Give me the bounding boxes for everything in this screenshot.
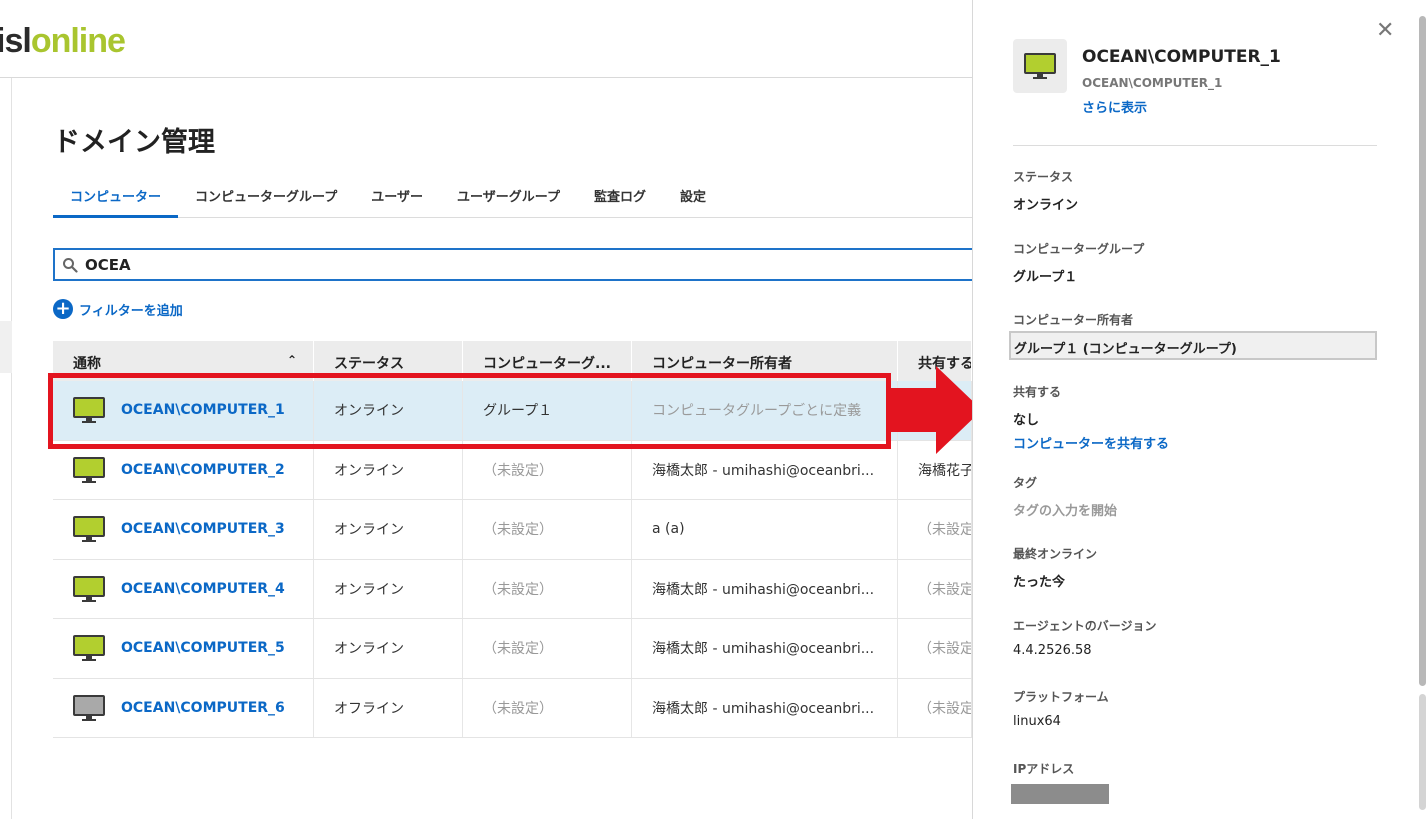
owner-cell: a (a): [632, 500, 898, 559]
group-label: コンピューターグループ: [1013, 242, 1145, 256]
monitor-icon: [1024, 53, 1056, 79]
group-cell: グループ１: [463, 381, 632, 440]
monitor-icon: [73, 516, 105, 543]
computer-detail-panel: ✕ OCEAN\COMPUTER_1 OCEAN\COMPUTER_1 さらに表…: [972, 0, 1428, 819]
panel-subtitle: OCEAN\COMPUTER_1: [1082, 76, 1223, 90]
status-cell: オンライン: [314, 559, 463, 618]
close-icon[interactable]: ✕: [1376, 18, 1394, 43]
panel-title: OCEAN\COMPUTER_1: [1082, 47, 1281, 67]
tag-label: タグ: [1013, 476, 1038, 490]
add-filter-label: フィルターを追加: [79, 303, 183, 319]
computer-name-link[interactable]: OCEAN\COMPUTER_5: [121, 640, 285, 656]
panel-scrollbar[interactable]: [1419, 16, 1426, 686]
status-cell: オンライン: [314, 440, 463, 499]
table-row[interactable]: OCEAN\COMPUTER_4 オンライン （未設定） 海橋太郎 - umih…: [53, 559, 972, 619]
column-header-shared[interactable]: 共有する: [898, 341, 972, 381]
table-row[interactable]: OCEAN\COMPUTER_5 オンライン （未設定） 海橋太郎 - umih…: [53, 619, 972, 679]
tab-user-groups[interactable]: ユーザーグループ: [440, 178, 577, 218]
platform-value: linux64: [1013, 714, 1061, 729]
group-value[interactable]: グループ１: [1013, 266, 1077, 285]
shared-cell: [898, 381, 972, 440]
share-value: なし: [1013, 413, 1040, 428]
last-online-label: 最終オンライン: [1013, 547, 1098, 561]
show-more-link[interactable]: さらに表示: [1082, 97, 1147, 116]
monitor-offline-icon: [73, 694, 105, 721]
owner-label: コンピューター所有者: [1013, 313, 1134, 327]
owner-cell: 海橋太郎 - umihashi@oceanbri...: [632, 440, 898, 499]
tab-users[interactable]: ユーザー: [354, 178, 440, 218]
group-cell: （未設定）: [463, 678, 632, 737]
left-rail-handle[interactable]: [0, 321, 12, 373]
left-rail: [0, 78, 12, 819]
computer-thumbnail: [1013, 39, 1067, 93]
plus-circle-icon: +: [53, 299, 73, 319]
table-row[interactable]: OCEAN\COMPUTER_6 オフライン （未設定） 海橋太郎 - umih…: [53, 678, 972, 738]
divider: [1013, 145, 1377, 146]
tab-bar: コンピューター コンピューターグループ ユーザー ユーザーグループ 監査ログ 設…: [53, 178, 972, 218]
column-header-group[interactable]: コンピューターグ...: [463, 341, 632, 381]
chevron-up-icon: ⌃: [286, 353, 297, 367]
computers-table: 通称 ⌃ ステータス コンピューターグ... コンピューター所有者 共有する OC…: [53, 341, 972, 738]
platform-label: プラットフォーム: [1013, 690, 1109, 704]
owner-cell: 海橋太郎 - umihashi@oceanbri...: [632, 559, 898, 618]
shared-cell: （未設定: [898, 678, 972, 737]
column-header-name[interactable]: 通称 ⌃: [53, 341, 314, 381]
table-row[interactable]: OCEAN\COMPUTER_1 オンライン グループ１ コンピュータグループご…: [53, 381, 972, 441]
shared-cell: 海橋花子: [898, 440, 972, 499]
computer-name-link[interactable]: OCEAN\COMPUTER_3: [121, 521, 285, 537]
monitor-icon: [73, 456, 105, 483]
status-cell: オンライン: [314, 500, 463, 559]
status-cell: オンライン: [314, 381, 463, 440]
column-header-owner[interactable]: コンピューター所有者: [632, 341, 898, 381]
group-cell: （未設定）: [463, 500, 632, 559]
computer-name-link[interactable]: OCEAN\COMPUTER_1: [121, 402, 285, 418]
ip-address-redacted: [1011, 784, 1109, 804]
share-label: 共有する: [1013, 385, 1062, 399]
tab-audit-log[interactable]: 監査ログ: [577, 178, 663, 218]
share-computer-link[interactable]: コンピューターを共有する: [1013, 433, 1169, 452]
add-filter-button[interactable]: + フィルターを追加: [53, 299, 183, 319]
search-box: [53, 248, 983, 281]
status-cell: オフライン: [314, 678, 463, 737]
app: islonline ドメイン管理 コンピューター コンピューターグループ ユーザ…: [0, 0, 1428, 819]
last-online-value: たった今: [1013, 575, 1066, 590]
group-cell: （未設定）: [463, 440, 632, 499]
computer-name-link[interactable]: OCEAN\COMPUTER_2: [121, 462, 285, 478]
tab-computer-groups[interactable]: コンピューターグループ: [178, 178, 354, 218]
agent-version-value: 4.4.2526.58: [1013, 643, 1092, 658]
table-header: 通称 ⌃ ステータス コンピューターグ... コンピューター所有者 共有する: [53, 341, 972, 381]
owner-cell: 海橋太郎 - umihashi@oceanbri...: [632, 619, 898, 678]
isl-online-logo[interactable]: islonline: [0, 22, 126, 61]
monitor-icon: [73, 575, 105, 602]
owner-cell: 海橋太郎 - umihashi@oceanbri...: [632, 678, 898, 737]
monitor-icon: [73, 397, 105, 424]
tab-settings[interactable]: 設定: [663, 178, 723, 218]
page-title: ドメイン管理: [53, 127, 215, 158]
status-value: オンライン: [1013, 198, 1079, 213]
search-input[interactable]: [85, 255, 945, 274]
owner-cell: コンピュータグループごとに定義: [632, 381, 898, 440]
computer-name-link[interactable]: OCEAN\COMPUTER_6: [121, 700, 285, 716]
search-icon: [55, 257, 85, 273]
monitor-icon: [73, 635, 105, 662]
shared-cell: （未設定: [898, 619, 972, 678]
ip-address-label: IPアドレス: [1013, 762, 1075, 776]
column-header-status[interactable]: ステータス: [314, 341, 463, 381]
agent-version-label: エージェントのバージョン: [1013, 619, 1157, 633]
tag-input[interactable]: タグの入力を開始: [1013, 500, 1117, 519]
shared-cell: （未設定: [898, 559, 972, 618]
owner-field[interactable]: グループ１ (コンピューターグループ): [1009, 331, 1377, 360]
shared-cell: （未設定: [898, 500, 972, 559]
top-bar: islonline: [0, 0, 972, 78]
group-cell: （未設定）: [463, 619, 632, 678]
panel-scrollbar-track[interactable]: [1419, 694, 1426, 810]
status-label: ステータス: [1013, 170, 1074, 184]
group-cell: （未設定）: [463, 559, 632, 618]
tab-computers[interactable]: コンピューター: [53, 178, 179, 218]
table-row[interactable]: OCEAN\COMPUTER_2 オンライン （未設定） 海橋太郎 - umih…: [53, 440, 972, 500]
computer-name-link[interactable]: OCEAN\COMPUTER_4: [121, 581, 285, 597]
table-row[interactable]: OCEAN\COMPUTER_3 オンライン （未設定） a (a) （未設定: [53, 500, 972, 560]
status-cell: オンライン: [314, 619, 463, 678]
